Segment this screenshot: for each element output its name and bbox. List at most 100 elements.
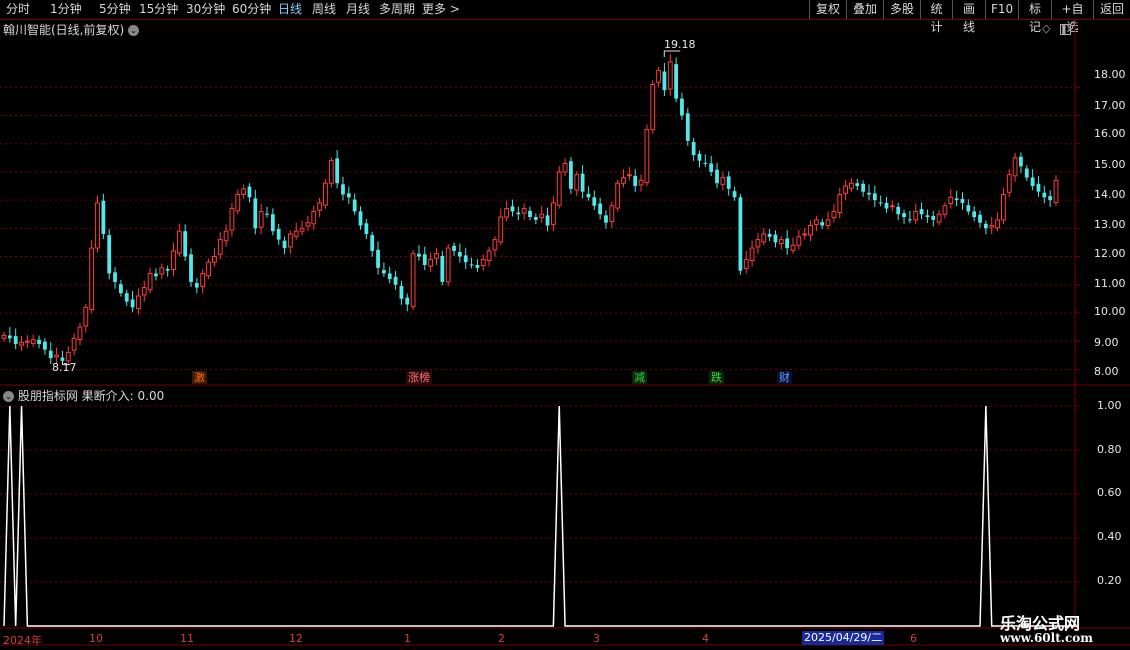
stock-title-text: 翰川智能(日线,前复权) xyxy=(3,23,125,37)
candle-body-down xyxy=(48,350,53,359)
candle-body-down xyxy=(165,268,170,271)
candle-body-up xyxy=(445,247,451,283)
panel-toggle-icon[interactable]: ▌ xyxy=(1060,24,1071,35)
candle-body-up xyxy=(796,236,802,246)
candle-body-up xyxy=(95,202,100,249)
candle-body-up xyxy=(837,193,843,214)
candle-body-down xyxy=(878,202,883,204)
candle-body-down xyxy=(37,339,41,344)
candle-body-down xyxy=(364,223,369,234)
candle-body-up xyxy=(317,202,322,211)
candle-body-down xyxy=(516,212,521,215)
diamond-icon[interactable]: ◇ xyxy=(1042,22,1050,35)
candle-body-up xyxy=(410,253,416,308)
price-tick: 12.00 xyxy=(1094,247,1126,260)
event-marker-zhangbang[interactable]: 涨榜 xyxy=(406,371,432,384)
date-tick: 6 xyxy=(910,632,917,645)
candle-body-down xyxy=(726,176,731,189)
candle-body-up xyxy=(995,219,1000,229)
indicator-tick: 0.20 xyxy=(1097,574,1122,587)
candle-body-up xyxy=(539,213,545,219)
candle-body-up xyxy=(200,272,206,287)
candle-body-down xyxy=(370,235,375,251)
candle-body-down xyxy=(381,270,386,274)
candle-body-up xyxy=(948,196,954,205)
candle-body-up xyxy=(65,351,71,362)
candle-body-down xyxy=(376,249,380,268)
indicator-tick: 1.00 xyxy=(1097,399,1122,412)
candle-body-up xyxy=(574,174,580,191)
candle-body-down xyxy=(13,336,18,344)
candle-body-down xyxy=(960,199,965,203)
candle-body-down xyxy=(674,64,679,99)
candle-body-down xyxy=(931,215,936,220)
event-marker-die[interactable]: 跌 xyxy=(709,371,724,384)
event-marker-cai[interactable]: 财 xyxy=(777,371,792,384)
candle-body-down xyxy=(1030,177,1035,187)
candle-body-down xyxy=(352,199,357,212)
candle-body-down xyxy=(972,211,977,218)
candle-body-up xyxy=(615,182,621,209)
chevron-down-icon[interactable]: ⌄ xyxy=(128,25,140,36)
candle-body-down xyxy=(124,293,129,302)
candle-body-up xyxy=(229,208,235,231)
candle-body-up xyxy=(258,210,264,228)
kline-chart[interactable] xyxy=(0,0,1130,650)
price-tick: 9.00 xyxy=(1094,336,1119,349)
candle-body-up xyxy=(936,213,942,223)
candle-body-up xyxy=(328,160,334,184)
candle-body-down xyxy=(440,255,445,282)
candle-body-down xyxy=(452,245,456,251)
candle-body-up xyxy=(813,219,819,225)
candle-body-down xyxy=(118,284,123,294)
candle-body-down xyxy=(276,228,281,240)
candle-body-up xyxy=(849,182,854,189)
candle-body-up xyxy=(241,188,247,195)
candle-body-down xyxy=(183,231,188,257)
candle-body-down xyxy=(113,272,117,282)
date-tick: 12 xyxy=(289,632,303,645)
indicator-title-text: 股朋指标网 果断介入: 0.00 xyxy=(17,389,165,403)
candle-body-down xyxy=(510,206,515,212)
candle-body-up xyxy=(428,258,434,267)
event-marker-ji[interactable]: 激 xyxy=(192,371,207,384)
candle-body-up xyxy=(486,250,492,261)
watermark-url: www.60lt.com xyxy=(1000,631,1093,645)
candle-body-up xyxy=(913,210,919,221)
candle-body-up xyxy=(650,83,656,131)
candle-body-up xyxy=(1053,179,1059,203)
candle-body-down xyxy=(680,98,684,116)
candle-body-down xyxy=(265,213,269,215)
candle-body-down xyxy=(194,283,199,288)
candle-body-down xyxy=(919,209,924,215)
candle-body-down xyxy=(925,215,930,218)
event-marker-jian[interactable]: 减 xyxy=(632,371,647,384)
candle-body-down xyxy=(475,265,480,268)
candle-body-down xyxy=(346,193,351,198)
candle-body-down xyxy=(270,214,275,232)
candle-body-up xyxy=(749,247,755,261)
candle-body-down xyxy=(732,191,737,198)
candle-body-up xyxy=(889,205,895,208)
chevron-down-icon[interactable]: ⌄ xyxy=(3,391,14,402)
candle-body-up xyxy=(720,177,726,185)
candle-body-up xyxy=(212,256,217,263)
candle-body-up xyxy=(743,258,749,269)
candle-body-up xyxy=(621,177,626,184)
candle-body-down xyxy=(43,341,47,350)
candle-body-down xyxy=(896,206,901,215)
price-tick: 15.00 xyxy=(1094,158,1126,171)
candle-body-down xyxy=(533,217,538,220)
candle-body-down xyxy=(335,158,340,184)
candle-body-down xyxy=(633,175,638,187)
candle-body-down xyxy=(907,219,912,221)
candle-body-down xyxy=(387,273,392,280)
date-tick: 11 xyxy=(180,632,194,645)
candle-body-down xyxy=(282,240,287,249)
candle-body-down xyxy=(872,193,877,201)
candle-body-up xyxy=(71,337,77,351)
candle-body-down xyxy=(855,183,860,187)
candle-body-down xyxy=(580,173,585,192)
candle-body-up xyxy=(235,193,241,212)
candle-body-down xyxy=(592,197,597,206)
